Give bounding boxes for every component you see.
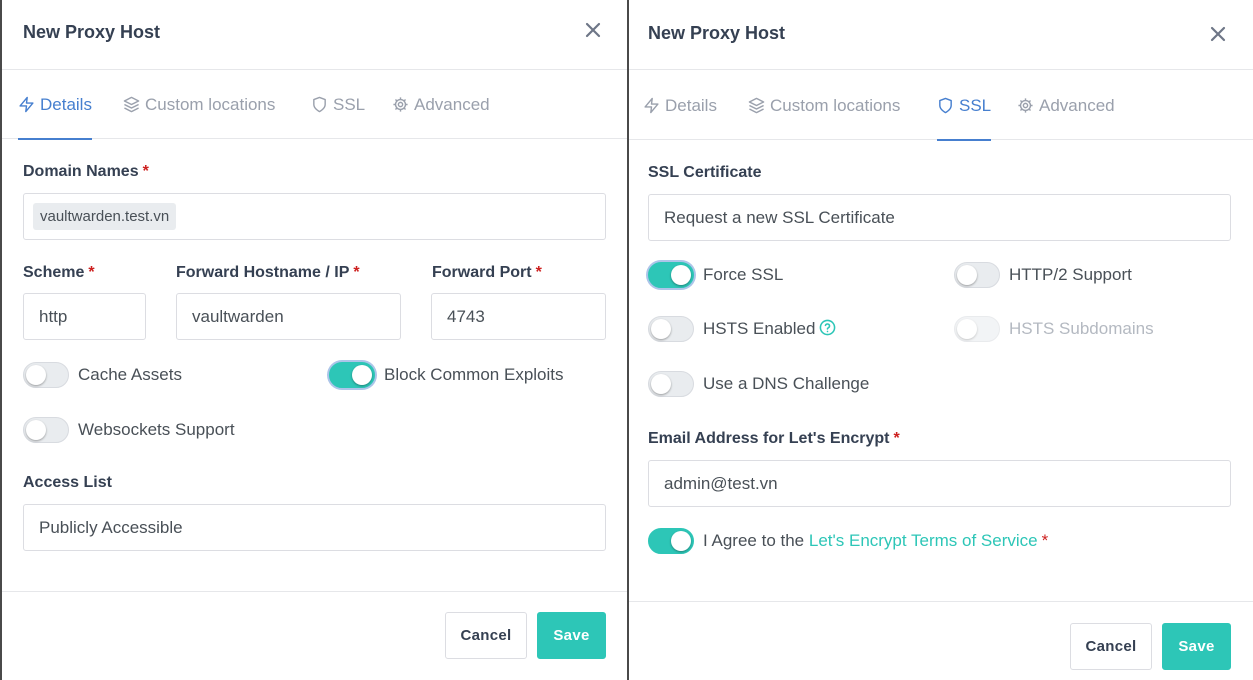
toggle-switch[interactable] xyxy=(23,417,69,443)
hsts-subdomains-toggle[interactable]: HSTS Subdomains xyxy=(954,316,1154,342)
domain-names-input[interactable]: vaultwarden.test.vn xyxy=(23,193,606,240)
domain-chip[interactable]: vaultwarden.test.vn xyxy=(33,203,177,230)
force-ssl-toggle[interactable]: Force SSL xyxy=(648,262,783,288)
tab-ssl[interactable]: SSL xyxy=(311,70,365,139)
tab-label: Details xyxy=(665,95,717,115)
hsts-enabled-toggle[interactable]: HSTS Enabled xyxy=(648,316,836,342)
email-input[interactable]: admin@test.vn xyxy=(648,460,1231,507)
tab-label: Advanced xyxy=(1039,95,1115,115)
toggle-label: HSTS Subdomains xyxy=(1009,319,1154,338)
forward-port-input[interactable]: 4743 xyxy=(431,293,606,340)
tab-custom-locations[interactable]: Custom locations xyxy=(748,71,900,140)
toggle-label: Cache Assets xyxy=(78,365,182,384)
save-button[interactable]: Save xyxy=(1162,623,1231,670)
websockets-toggle[interactable]: Websockets Support xyxy=(23,417,235,443)
close-icon[interactable] xyxy=(581,18,605,42)
toggle-switch[interactable] xyxy=(23,362,69,388)
cancel-button[interactable]: Cancel xyxy=(445,612,527,659)
tab-bar: Details Custom locations SSL Advanced xyxy=(2,70,627,140)
toggle-switch[interactable] xyxy=(329,362,375,388)
save-button[interactable]: Save xyxy=(537,612,606,659)
domain-names-label: Domain Names * xyxy=(23,163,149,180)
tab-ssl[interactable]: SSL xyxy=(937,71,992,141)
scheme-label: Scheme * xyxy=(23,264,95,281)
tab-label: SSL xyxy=(333,94,366,114)
tab-custom-locations[interactable]: Custom locations xyxy=(123,70,275,139)
forward-hostname-label: Forward Hostname / IP * xyxy=(176,264,360,281)
toggle-switch[interactable] xyxy=(648,371,694,397)
forward-port-label: Forward Port * xyxy=(432,264,542,281)
toggle-label: Block Common Exploits xyxy=(384,365,564,384)
modal-title: New Proxy Host xyxy=(648,23,786,43)
tab-bar: Details Custom locations SSL Advanced xyxy=(629,71,1253,141)
cancel-button[interactable]: Cancel xyxy=(1070,623,1152,670)
shield-icon xyxy=(313,96,326,113)
modal-header: New Proxy Host xyxy=(629,0,1253,70)
proxy-host-modal-details: New Proxy Host Details Custom locations … xyxy=(2,0,627,680)
ssl-certificate-label: SSL Certificate xyxy=(648,164,762,181)
email-label: Email Address for Let's Encrypt * xyxy=(648,430,900,447)
layers-icon xyxy=(123,96,140,113)
toggle-label: Websockets Support xyxy=(78,420,235,439)
toggle-switch[interactable] xyxy=(648,316,694,342)
close-icon[interactable] xyxy=(1206,22,1230,46)
access-list-label: Access List xyxy=(23,474,112,491)
access-list-select[interactable]: Publicly Accessible xyxy=(23,504,606,551)
toggle-switch[interactable] xyxy=(648,528,694,554)
scheme-input[interactable]: http xyxy=(23,293,146,340)
toggle-switch[interactable] xyxy=(648,262,694,288)
modal-title: New Proxy Host xyxy=(23,22,161,42)
toggle-switch[interactable] xyxy=(954,316,1000,342)
toggle-switch[interactable] xyxy=(954,262,1000,288)
zap-icon xyxy=(19,96,34,113)
toggle-label: I Agree to the Let's Encrypt Terms of Se… xyxy=(703,531,1049,550)
gear-icon xyxy=(1018,98,1033,113)
http2-support-toggle[interactable]: HTTP/2 Support xyxy=(954,262,1132,288)
tab-advanced[interactable]: Advanced xyxy=(392,70,490,139)
tab-advanced[interactable]: Advanced xyxy=(1017,71,1115,140)
toggle-label: Use a DNS Challenge xyxy=(703,374,870,393)
tab-details[interactable]: Details xyxy=(18,70,92,140)
gear-icon xyxy=(393,97,408,112)
dns-challenge-toggle[interactable]: Use a DNS Challenge xyxy=(648,371,869,397)
toggle-label: HTTP/2 Support xyxy=(1009,265,1132,284)
toggle-label: Force SSL xyxy=(703,265,784,284)
modal-header: New Proxy Host xyxy=(2,0,627,70)
tab-label: Details xyxy=(40,94,92,114)
shield-icon xyxy=(939,97,952,114)
tab-label: SSL xyxy=(959,95,992,115)
cache-assets-toggle[interactable]: Cache Assets xyxy=(23,362,182,388)
zap-icon xyxy=(644,97,659,114)
layers-icon xyxy=(748,97,765,114)
agree-terms-toggle[interactable]: I Agree to the Let's Encrypt Terms of Se… xyxy=(648,528,1048,554)
forward-hostname-input[interactable]: vaultwarden xyxy=(176,293,401,340)
block-exploits-toggle[interactable]: Block Common Exploits xyxy=(329,362,564,388)
modal-footer: Cancel Save xyxy=(629,601,1253,680)
ssl-certificate-select[interactable]: Request a new SSL Certificate xyxy=(648,194,1231,241)
modal-footer: Cancel Save xyxy=(2,591,627,680)
help-circle-icon[interactable] xyxy=(819,319,836,336)
tab-details[interactable]: Details xyxy=(643,71,717,140)
tab-label: Advanced xyxy=(414,94,490,114)
tab-label: Custom locations xyxy=(145,94,276,114)
terms-link[interactable]: Let's Encrypt Terms of Service xyxy=(809,531,1038,550)
proxy-host-modal-ssl: New Proxy Host Details Custom locations … xyxy=(629,0,1253,680)
toggle-label: HSTS Enabled xyxy=(703,319,836,339)
tab-label: Custom locations xyxy=(770,95,901,115)
